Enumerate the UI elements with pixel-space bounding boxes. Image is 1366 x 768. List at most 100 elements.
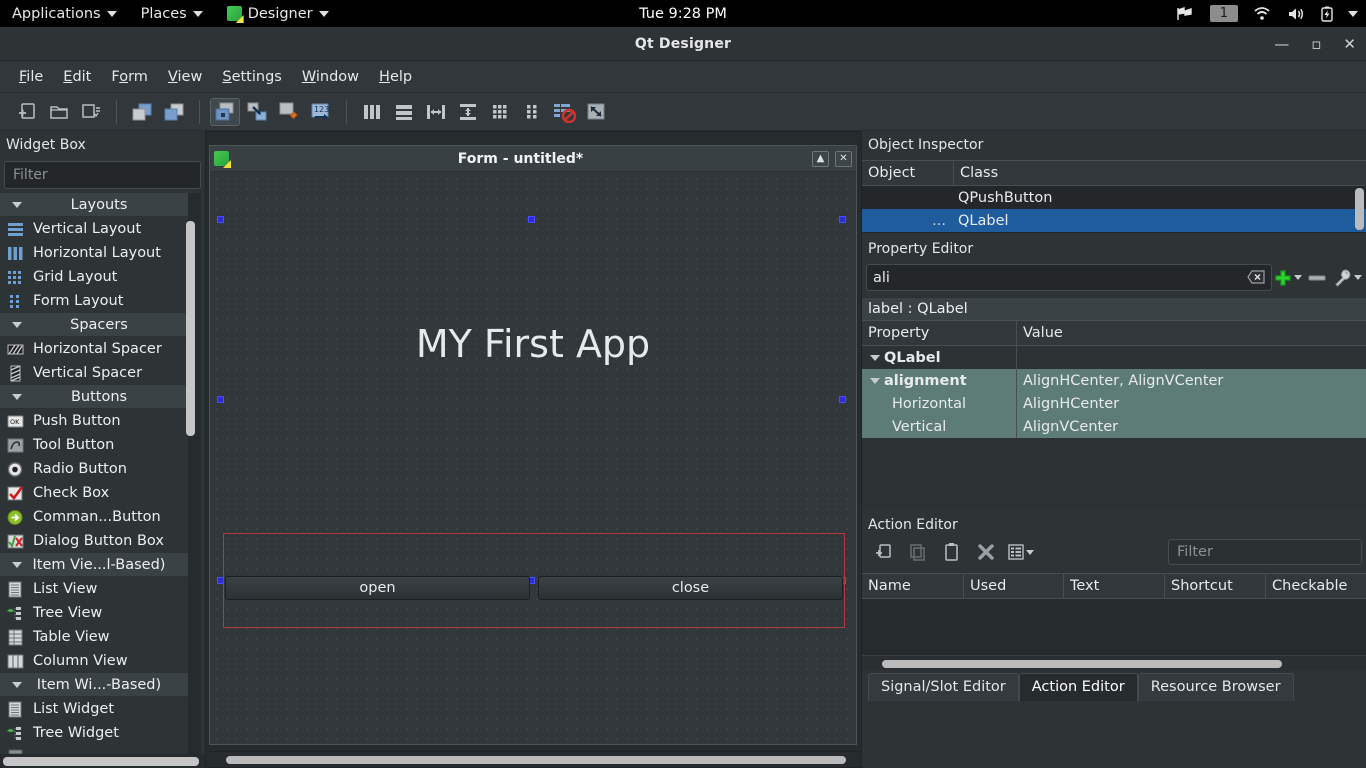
widget-box-category-item-views[interactable]: Item Vie...l-Based)	[0, 553, 188, 577]
action-editor-hscrollbar-track[interactable]	[862, 655, 1366, 671]
property-value-cell[interactable]: AlignHCenter	[1017, 396, 1366, 412]
column-header-text[interactable]: Text	[1064, 573, 1165, 599]
column-header-value[interactable]: Value	[1017, 320, 1366, 346]
selection-handle-mid-right[interactable]	[839, 396, 846, 403]
menu-edit[interactable]: Edit	[54, 64, 100, 90]
break-layout-icon[interactable]	[549, 98, 579, 126]
maximize-button[interactable]: ▫	[1311, 37, 1321, 52]
widget-box-filter-input[interactable]: Filter	[4, 161, 201, 189]
chevron-down-icon[interactable]	[1354, 275, 1362, 280]
widget-item-list-view[interactable]: List View	[0, 577, 188, 601]
table-row[interactable]: ... QLabel	[862, 209, 1366, 232]
layout-vertically-icon[interactable]	[389, 98, 419, 126]
selection-handle-top-center[interactable]	[528, 216, 535, 223]
property-row-alignment[interactable]: alignment AlignHCenter, AlignVCenter	[862, 369, 1366, 392]
widget-item-vertical-layout[interactable]: Vertical Layout	[0, 217, 188, 241]
form-restore-button[interactable]: ▲	[812, 151, 829, 167]
recorder-icon[interactable]	[1176, 6, 1196, 22]
widget-item-form-layout[interactable]: Form Layout	[0, 289, 188, 313]
menu-view[interactable]: View	[159, 64, 211, 90]
widget-item-horizontal-spacer[interactable]: Horizontal Spacer	[0, 337, 188, 361]
widget-item-check-box[interactable]: Check Box	[0, 481, 188, 505]
widget-box-category-spacers[interactable]: Spacers	[0, 313, 188, 337]
applications-menu[interactable]: Applications	[0, 0, 129, 27]
edit-buddies-icon[interactable]	[274, 98, 304, 126]
column-header-shortcut[interactable]: Shortcut	[1165, 573, 1266, 599]
widget-box-category-buttons[interactable]: Buttons	[0, 385, 188, 409]
object-inspector-scrollbar-thumb[interactable]	[1355, 188, 1364, 230]
layout-grid-icon[interactable]	[485, 98, 515, 126]
wifi-icon[interactable]	[1252, 6, 1272, 22]
app-indicator-designer[interactable]: Designer	[215, 0, 341, 27]
menu-file[interactable]: File	[10, 64, 52, 90]
layout-horizontally-icon[interactable]	[357, 98, 387, 126]
form-label-my-first-app[interactable]: MY First App	[210, 322, 856, 366]
menu-settings[interactable]: Settings	[213, 64, 291, 90]
open-form-icon[interactable]	[44, 98, 74, 126]
property-row-qlabel[interactable]: QLabel	[862, 346, 1366, 369]
widget-item-list-widget[interactable]: List Widget	[0, 697, 188, 721]
widget-item-grid-layout[interactable]: Grid Layout	[0, 265, 188, 289]
column-header-used[interactable]: Used	[964, 573, 1064, 599]
battery-icon[interactable]	[1320, 6, 1334, 22]
selection-handle-mid-left[interactable]	[217, 396, 224, 403]
close-button[interactable]: ✕	[1343, 37, 1356, 52]
form-button-close[interactable]: close	[538, 576, 843, 600]
layout-splitter-horizontal-icon[interactable]	[421, 98, 451, 126]
paste-action-button[interactable]	[938, 540, 966, 564]
widget-item-command-link-button[interactable]: Comman...Button	[0, 505, 188, 529]
layout-splitter-vertical-icon[interactable]	[453, 98, 483, 126]
widget-item-push-button[interactable]: OK Push Button	[0, 409, 188, 433]
view-mode-button[interactable]	[1006, 540, 1034, 564]
save-form-icon[interactable]	[76, 98, 106, 126]
widget-item-dialog-button-box[interactable]: Dialog Button Box	[0, 529, 188, 553]
form-button-open[interactable]: open	[225, 576, 530, 600]
menu-window[interactable]: Window	[293, 64, 368, 90]
form-canvas[interactable]: MY First App open close	[210, 172, 856, 744]
widget-item-horizontal-layout[interactable]: Horizontal Layout	[0, 241, 188, 265]
widget-box-scrollbar-thumb[interactable]	[186, 221, 195, 436]
places-menu[interactable]: Places	[129, 0, 215, 27]
new-action-button[interactable]	[870, 540, 898, 564]
widget-item-vertical-spacer[interactable]: Vertical Spacer	[0, 361, 188, 385]
chevron-down-icon[interactable]	[1294, 275, 1302, 280]
widget-item-tool-button[interactable]: Tool Button	[0, 433, 188, 457]
widget-box-category-layouts[interactable]: Layouts	[0, 193, 188, 217]
edit-signals-slots-icon[interactable]	[242, 98, 272, 126]
workspace-hscrollbar-thumb[interactable]	[226, 756, 846, 764]
property-filter-input[interactable]: ali	[866, 264, 1272, 291]
menu-help[interactable]: Help	[370, 64, 421, 90]
undo-icon[interactable]	[127, 98, 157, 126]
column-header-object[interactable]: Object	[862, 160, 954, 186]
workspace-hscrollbar-track[interactable]	[206, 751, 861, 767]
volume-icon[interactable]	[1286, 6, 1306, 22]
redo-icon[interactable]	[159, 98, 189, 126]
tab-resource-browser[interactable]: Resource Browser	[1138, 673, 1294, 701]
action-filter-input[interactable]: Filter	[1168, 539, 1362, 565]
property-row-horizontal[interactable]: Horizontal AlignHCenter	[862, 392, 1366, 415]
new-form-icon[interactable]	[12, 98, 42, 126]
action-editor-hscrollbar-thumb[interactable]	[882, 660, 1282, 668]
configure-property-button[interactable]	[1332, 264, 1362, 291]
widget-item-column-view[interactable]: Column View	[0, 649, 188, 673]
column-header-class[interactable]: Class	[954, 160, 1366, 186]
column-header-name[interactable]: Name	[862, 573, 964, 599]
minimize-button[interactable]: —	[1274, 37, 1289, 52]
chevron-down-icon[interactable]	[870, 378, 880, 384]
action-editor-body[interactable]	[862, 599, 1366, 655]
remove-property-button[interactable]	[1302, 264, 1332, 291]
edit-widgets-icon[interactable]	[210, 98, 240, 126]
property-row-vertical[interactable]: Vertical AlignVCenter	[862, 415, 1366, 438]
widget-item-tree-view[interactable]: Tree View	[0, 601, 188, 625]
table-row[interactable]: QPushButton	[862, 186, 1366, 209]
widget-box-scrollbar-track[interactable]	[188, 193, 201, 759]
property-value-cell[interactable]: AlignHCenter, AlignVCenter	[1017, 373, 1366, 389]
property-value-cell[interactable]: AlignVCenter	[1017, 419, 1366, 435]
chevron-down-icon[interactable]	[1026, 550, 1034, 555]
delete-action-button[interactable]	[972, 540, 1000, 564]
selection-handle-top-right[interactable]	[839, 216, 846, 223]
column-header-checkable[interactable]: Checkable	[1266, 573, 1366, 599]
chevron-down-icon[interactable]	[870, 355, 880, 361]
chevron-down-icon[interactable]	[1348, 11, 1358, 17]
column-header-property[interactable]: Property	[862, 320, 1017, 346]
